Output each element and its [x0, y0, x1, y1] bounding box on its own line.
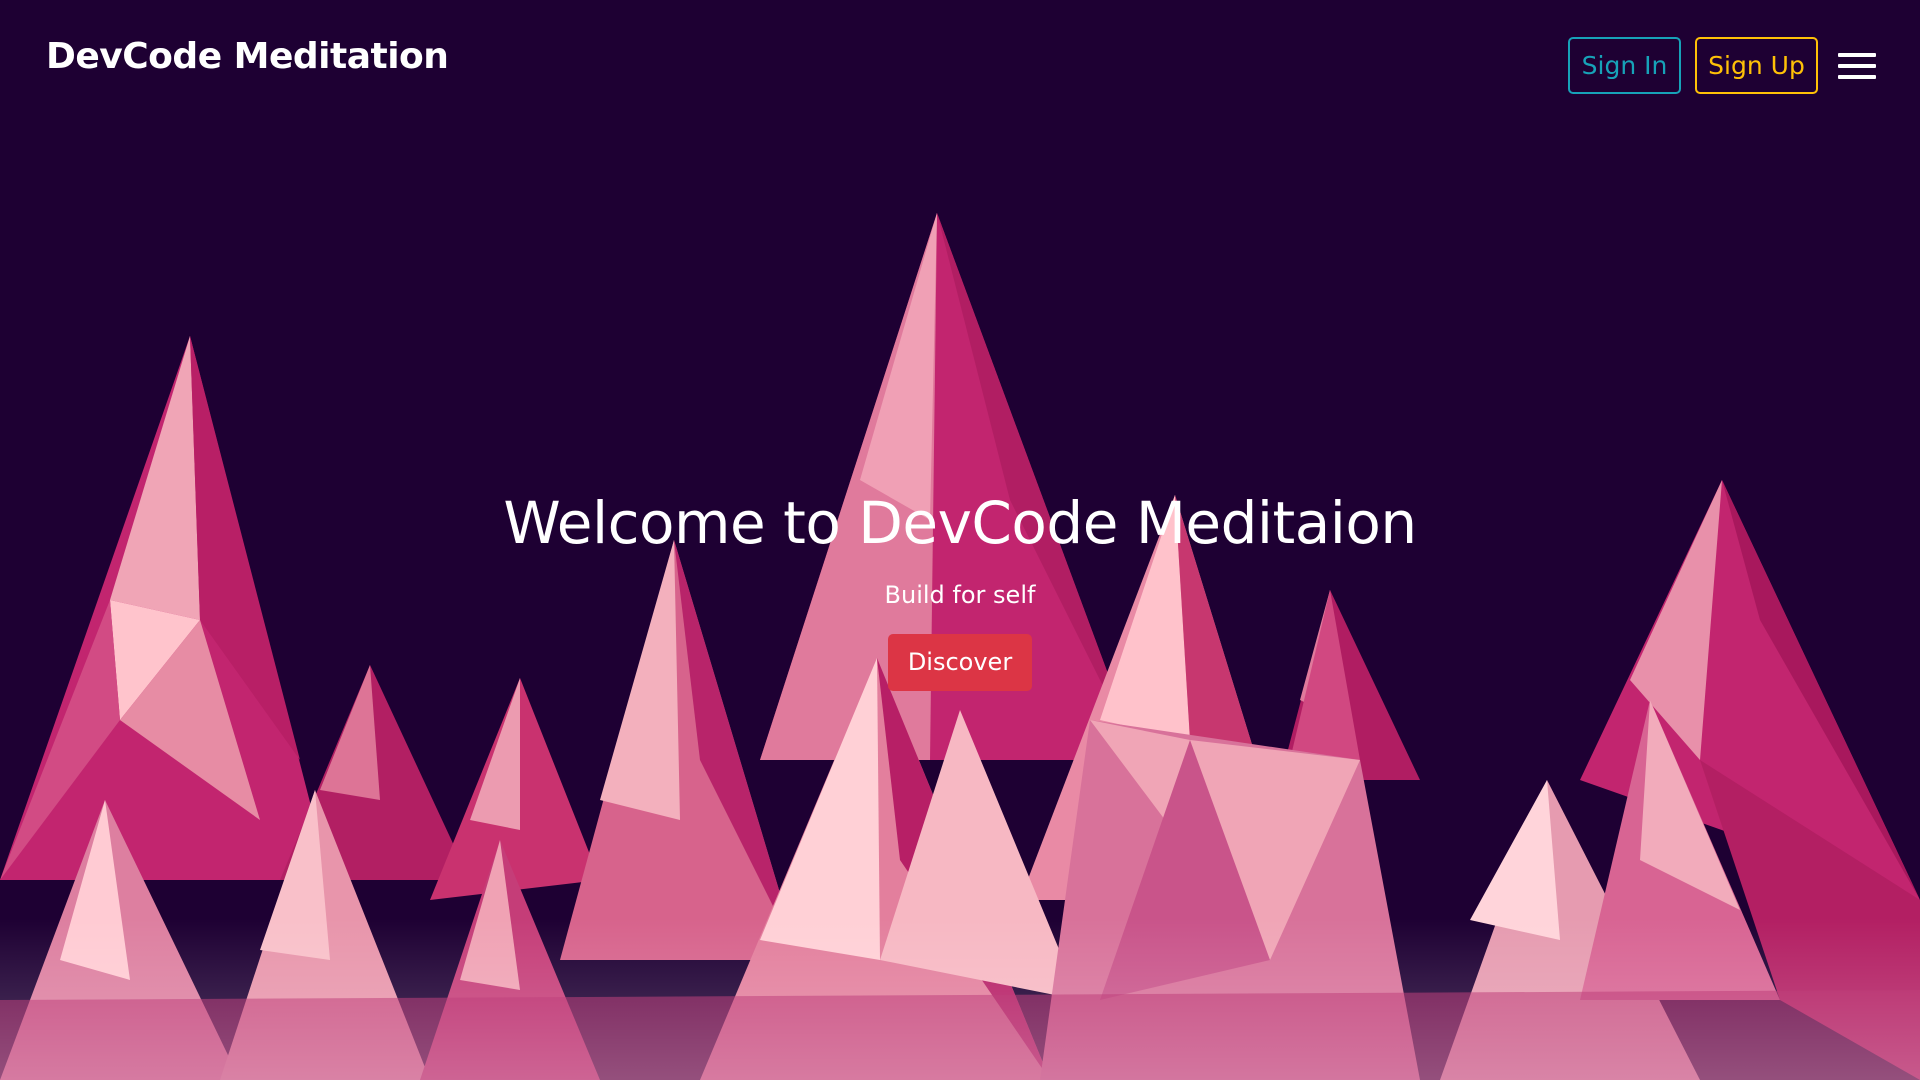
hamburger-menu-icon[interactable] — [1838, 46, 1876, 86]
hero-title: Welcome to DevCode Meditaion — [503, 489, 1417, 557]
menu-bar — [1838, 74, 1876, 79]
menu-bar — [1838, 63, 1876, 68]
sign-up-button[interactable]: Sign Up — [1695, 37, 1818, 94]
menu-bar — [1838, 52, 1876, 57]
landing-page: DevCode Meditation Sign In Sign Up Welco… — [0, 0, 1920, 1080]
hero-subtitle: Build for self — [884, 581, 1036, 609]
top-navbar: DevCode Meditation Sign In Sign Up — [0, 0, 1920, 130]
brand-logo-text[interactable]: DevCode Meditation — [46, 36, 449, 77]
discover-button[interactable]: Discover — [887, 634, 1033, 691]
nav-actions: Sign In Sign Up — [1568, 37, 1876, 94]
sign-in-button[interactable]: Sign In — [1568, 37, 1681, 94]
hero-section: Welcome to DevCode Meditaion Build for s… — [0, 480, 1920, 691]
